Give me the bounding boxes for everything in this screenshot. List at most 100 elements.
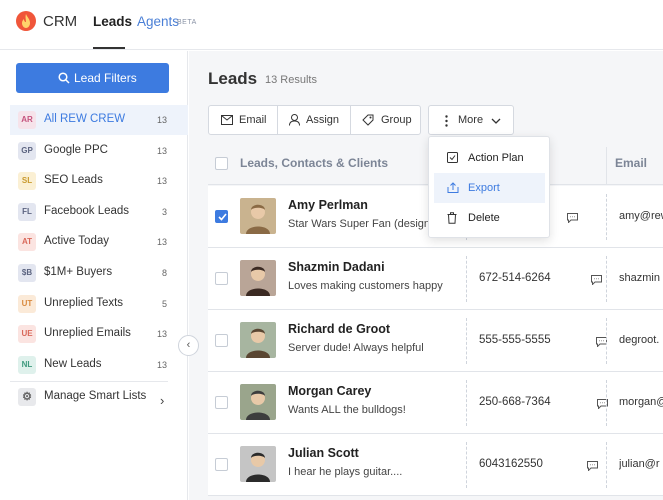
lead-phone[interactable]: 250-668-7364 — [479, 396, 551, 408]
sidebar-item-label: Unreplied Emails — [44, 327, 131, 340]
select-all-checkbox[interactable] — [215, 157, 228, 170]
menu-item-label: Delete — [468, 212, 500, 224]
table-row[interactable]: Julian Scott I hear he plays guitar.... 60… — [208, 434, 663, 496]
sidebar-item-new-leads[interactable]: NL New Leads 13 — [10, 350, 188, 380]
action-button-group: Email Assign Group — [208, 105, 421, 135]
cell-divider — [606, 442, 607, 488]
lead-email[interactable]: degroot. — [619, 334, 663, 346]
message-icon[interactable] — [567, 210, 578, 228]
sidebar-item-count: 13 — [156, 237, 167, 248]
sidebar-item-facebook-leads[interactable]: FL Facebook Leads 3 — [10, 197, 188, 227]
envelope-icon — [221, 115, 233, 125]
sidebar-item-label: SEO Leads — [44, 174, 103, 187]
list-badge: SL — [18, 172, 36, 191]
list-badge: $B — [18, 264, 36, 282]
tag-icon — [362, 114, 374, 126]
sidebar-item-1m-buyers[interactable]: $B $1M+ Buyers 8 — [10, 258, 188, 288]
row-checkbox[interactable] — [215, 334, 228, 347]
menu-item-export[interactable]: Export — [434, 173, 545, 203]
sidebar-item-label: Active Today — [44, 235, 109, 248]
lead-name[interactable]: Shazmin Dadani — [288, 260, 385, 274]
message-icon[interactable] — [591, 272, 602, 290]
sidebar-item-label: New Leads — [44, 357, 102, 370]
row-checkbox[interactable] — [215, 272, 228, 285]
sidebar-item-unreplied-emails[interactable]: UE Unreplied Emails 13 — [10, 319, 188, 349]
more-button[interactable]: More — [428, 105, 514, 135]
lead-description: Star Wars Super Fan (design — [288, 218, 431, 230]
column-header-email: Email — [615, 156, 648, 170]
result-count: 13 Results — [265, 74, 317, 86]
table-row[interactable]: Shazmin Dadani Loves making customers hap… — [208, 248, 663, 310]
email-button-label: Email — [239, 114, 267, 126]
lead-description: Server dude! Always helpful — [288, 342, 424, 354]
vertical-dots-icon — [445, 115, 448, 127]
column-header-leads: Leads, Contacts & Clients — [240, 156, 389, 170]
lead-email[interactable]: julian@r — [619, 458, 663, 470]
user-icon — [289, 114, 300, 126]
sidebar-item-label: Unreplied Texts — [44, 296, 124, 309]
list-badge: UE — [18, 325, 36, 344]
lead-description: Loves making customers happy — [288, 280, 443, 292]
avatar[interactable] — [240, 322, 276, 358]
sidebar-item-count: 5 — [161, 298, 167, 309]
lead-name[interactable]: Morgan Carey — [288, 384, 371, 398]
table-row[interactable]: Morgan Carey Wants ALL the bulldogs! 250-6… — [208, 372, 663, 434]
cell-divider — [466, 318, 467, 364]
email-button[interactable]: Email — [209, 106, 277, 134]
group-button[interactable]: Group — [351, 106, 421, 134]
list-badge: GP — [18, 141, 36, 160]
lead-phone[interactable]: 672-514-6264 — [479, 272, 551, 284]
main-content: Leads 13 Results Email Assign Group More — [189, 51, 663, 500]
sidebar-item-label: Facebook Leads — [44, 204, 130, 217]
lead-email[interactable]: shazmin — [619, 272, 663, 284]
avatar[interactable] — [240, 260, 276, 296]
collapse-sidebar-button[interactable]: ‹ — [178, 335, 199, 356]
nav-tab-leads[interactable]: Leads — [93, 14, 132, 29]
lead-filters-button[interactable]: Lead Filters — [16, 63, 169, 93]
cell-divider — [606, 318, 607, 364]
row-checkbox[interactable] — [215, 396, 228, 409]
sidebar-item-all-rew-crew[interactable]: AR All REW CREW 13 — [10, 105, 188, 135]
more-actions-dropdown: Action Plan Export Delete — [428, 136, 550, 238]
app-brand: CRM — [43, 13, 78, 30]
sidebar-item-google-ppc[interactable]: GP Google PPC 13 — [10, 136, 188, 166]
menu-item-delete[interactable]: Delete — [434, 203, 545, 233]
export-icon — [447, 182, 459, 193]
flame-logo-icon — [16, 11, 36, 31]
list-badge: AT — [18, 233, 36, 252]
lead-email[interactable]: amy@rew — [619, 210, 663, 222]
cell-divider — [606, 256, 607, 302]
lead-phone[interactable]: 6043162550 — [479, 458, 543, 470]
checklist-icon — [447, 152, 458, 163]
lead-phone[interactable]: 555-555-5555 — [479, 334, 551, 346]
lead-email[interactable]: morgan@ — [619, 396, 663, 408]
avatar[interactable] — [240, 198, 276, 234]
sidebar-item-active-today[interactable]: AT Active Today 13 — [10, 227, 188, 257]
lead-name[interactable]: Amy Perlman — [288, 198, 368, 212]
avatar[interactable] — [240, 446, 276, 482]
lead-filters-label: Lead Filters — [74, 71, 137, 85]
avatar[interactable] — [240, 384, 276, 420]
lead-description: Wants ALL the bulldogs! — [288, 404, 406, 416]
table-row[interactable]: Richard de Groot Server dude! Always help… — [208, 310, 663, 372]
lead-name[interactable]: Richard de Groot — [288, 322, 390, 336]
row-checkbox[interactable] — [215, 458, 228, 471]
menu-item-action-plan[interactable]: Action Plan — [434, 143, 545, 173]
sidebar-item-unreplied-texts[interactable]: UT Unreplied Texts 5 — [10, 289, 188, 319]
cell-divider — [606, 194, 607, 240]
sidebar: Lead Filters AR All REW CREW 13 GP Google PP… — [0, 51, 188, 500]
sidebar-item-count: 13 — [156, 176, 167, 187]
sidebar-item-label: $1M+ Buyers — [44, 266, 113, 278]
list-badge: UT — [18, 294, 36, 313]
top-nav-bar: CRM Leads Agents BETA — [0, 0, 663, 50]
menu-item-label: Action Plan — [468, 152, 524, 164]
nav-tab-agents[interactable]: Agents — [137, 14, 179, 29]
group-button-label: Group — [381, 114, 412, 126]
message-icon[interactable] — [587, 458, 598, 476]
row-checkbox[interactable] — [215, 210, 228, 223]
active-tab-indicator — [93, 47, 125, 49]
lead-name[interactable]: Julian Scott — [288, 446, 359, 460]
cell-divider — [606, 380, 607, 426]
sidebar-item-seo-leads[interactable]: SL SEO Leads 13 — [10, 166, 188, 196]
assign-button[interactable]: Assign — [278, 106, 350, 134]
